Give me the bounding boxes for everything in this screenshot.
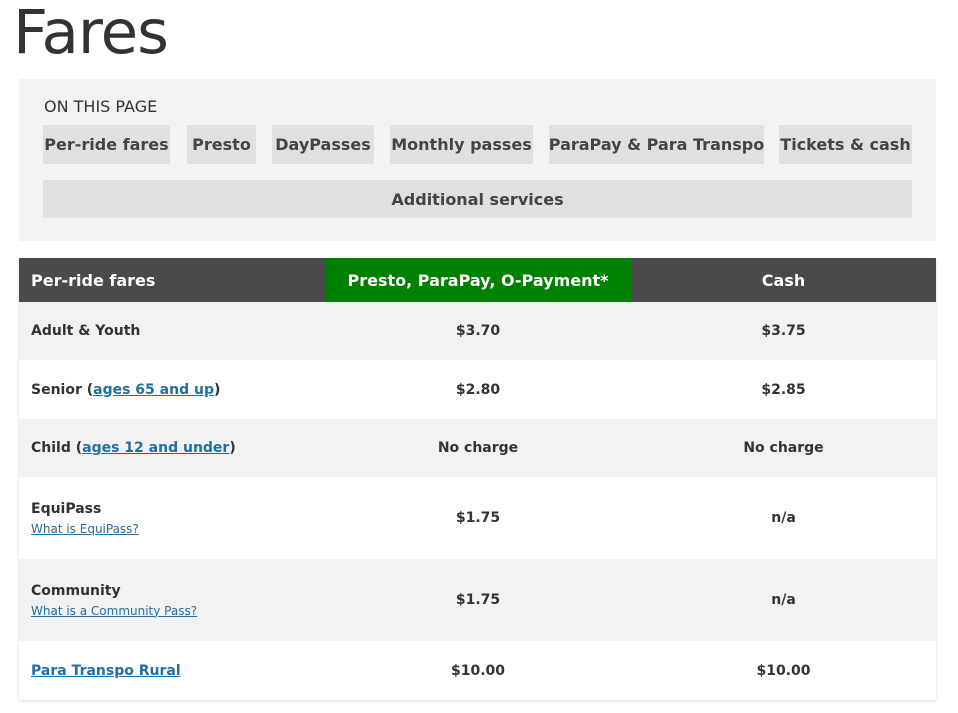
presto-fare: $3.70 bbox=[325, 302, 631, 360]
cash-fare: n/a bbox=[631, 477, 936, 559]
toc-link-presto[interactable]: Presto bbox=[187, 125, 256, 164]
table-row: Community What is a Community Pass? $1.75… bbox=[19, 559, 936, 641]
children-age-link[interactable]: ages 12 and under bbox=[82, 440, 229, 456]
community-label: Community bbox=[31, 582, 121, 599]
cash-fare: n/a bbox=[631, 559, 936, 641]
what-is-equipass-link[interactable]: What is EquiPass? bbox=[31, 522, 325, 536]
presto-fare: $10.00 bbox=[325, 641, 631, 700]
per-ride-fares-table: Per-ride fares Presto, ParaPay, O-Paymen… bbox=[19, 258, 936, 700]
fare-type-label: EquiPass What is EquiPass? bbox=[19, 477, 325, 559]
label-prefix: Senior ( bbox=[31, 381, 94, 398]
fare-type-label: Community What is a Community Pass? bbox=[19, 559, 325, 641]
cash-fare: $3.75 bbox=[631, 302, 936, 360]
fare-type-label: Child (ages 12 and under) bbox=[19, 419, 325, 477]
fare-type-label: Senior (ages 65 and up) bbox=[19, 360, 325, 419]
cash-fare: No charge bbox=[631, 419, 936, 477]
presto-fare: $1.75 bbox=[325, 477, 631, 559]
toc-link-per-ride-fares[interactable]: Per-ride fares bbox=[43, 125, 170, 164]
toc-link-daypasses[interactable]: DayPasses bbox=[272, 125, 374, 164]
table-row: EquiPass What is EquiPass? $1.75 n/a bbox=[19, 477, 936, 559]
table-header-row: Per-ride fares Presto, ParaPay, O-Paymen… bbox=[19, 258, 936, 302]
table-row: Adult & Youth $3.70 $3.75 bbox=[19, 302, 936, 360]
cash-fare: $10.00 bbox=[631, 641, 936, 700]
presto-fare: $1.75 bbox=[325, 559, 631, 641]
table-row: Senior (ages 65 and up) $2.80 $2.85 bbox=[19, 360, 936, 419]
seniors-age-link[interactable]: ages 65 and up bbox=[93, 382, 214, 398]
cash-fare: $2.85 bbox=[631, 360, 936, 419]
label-suffix: ) bbox=[229, 440, 236, 456]
toc-link-monthly-passes[interactable]: Monthly passes bbox=[390, 125, 533, 164]
fare-type-label: Para Transpo Rural bbox=[19, 641, 325, 700]
toc-link-tickets-cash[interactable]: Tickets & cash bbox=[779, 125, 912, 164]
on-this-page-heading: ON THIS PAGE bbox=[44, 97, 158, 116]
label-prefix: Child ( bbox=[31, 440, 83, 456]
fare-type-label: Adult & Youth bbox=[19, 302, 325, 360]
presto-fare: No charge bbox=[325, 419, 631, 477]
column-header-cash: Cash bbox=[631, 258, 936, 302]
table-row: Para Transpo Rural $10.00 $10.00 bbox=[19, 641, 936, 700]
label-suffix: ) bbox=[213, 381, 221, 398]
table-row: Child (ages 12 and under) No charge No c… bbox=[19, 419, 936, 477]
toc-link-parapay-para-transpo[interactable]: ParaPay & Para Transpo bbox=[549, 125, 764, 164]
para-transpo-rural-link[interactable]: Para Transpo Rural bbox=[31, 663, 181, 679]
what-is-community-pass-link[interactable]: What is a Community Pass? bbox=[31, 604, 325, 618]
page-title: Fares bbox=[13, 0, 169, 68]
presto-fare: $2.80 bbox=[325, 360, 631, 419]
column-header-fare-type: Per-ride fares bbox=[19, 258, 325, 302]
equipass-label: EquiPass bbox=[31, 500, 102, 517]
on-this-page-nav: ON THIS PAGE Per-ride fares Presto DayPa… bbox=[19, 79, 936, 241]
toc-link-additional-services[interactable]: Additional services bbox=[43, 180, 912, 218]
column-header-presto: Presto, ParaPay, O-Payment* bbox=[325, 258, 631, 302]
